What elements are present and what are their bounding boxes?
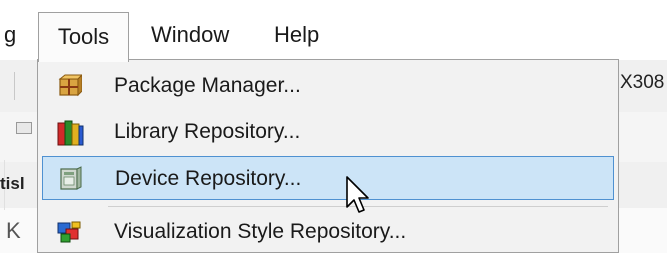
- library-books-icon: [56, 119, 84, 146]
- menu-bar: g Tools Window Help: [0, 0, 667, 62]
- menu-item-label: Device Repository...: [115, 167, 302, 190]
- visualization-style-icon: [56, 219, 82, 245]
- menu-item-library-repository[interactable]: Library Repository...: [42, 110, 614, 154]
- menu-item-device-repository[interactable]: Device Repository...: [42, 156, 614, 200]
- menu-item-package-manager[interactable]: Package Manager...: [42, 64, 614, 108]
- menu-help[interactable]: Help: [274, 10, 319, 60]
- package-icon: [56, 73, 84, 99]
- small-toolbar-icon[interactable]: [16, 122, 32, 134]
- menu-item-label: Library Repository...: [114, 120, 301, 143]
- menu-item-visualization-style-repository[interactable]: Visualization Style Repository...: [42, 210, 614, 254]
- menu-item-partial[interactable]: g: [4, 10, 24, 60]
- device-icon: [57, 166, 83, 192]
- background-text-left-2: K: [6, 218, 21, 243]
- tools-dropdown-menu: Package Manager... Library Repository...…: [37, 59, 619, 253]
- background-text-left: tisl: [0, 174, 25, 193]
- toolbar-separator: [14, 72, 15, 100]
- mouse-cursor-icon: [345, 175, 371, 215]
- menu-item-label: Visualization Style Repository...: [114, 220, 407, 243]
- menu-item-label: Package Manager...: [114, 74, 301, 97]
- menu-window[interactable]: Window: [151, 10, 229, 60]
- menu-tools[interactable]: Tools: [38, 12, 129, 62]
- background-text-right: X308: [620, 72, 665, 93]
